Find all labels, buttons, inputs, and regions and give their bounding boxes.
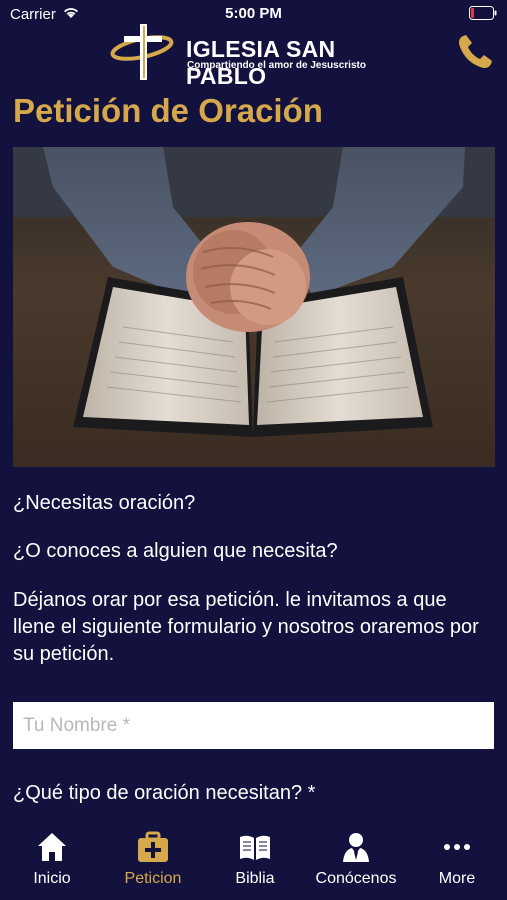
page-title: Petición de Oración [13, 92, 323, 129]
call-button[interactable] [455, 32, 495, 72]
book-icon [240, 835, 270, 860]
person-icon [343, 833, 369, 862]
name-input[interactable] [13, 702, 494, 749]
church-logo: IGLESIA SAN PABLO Compartiendo el amor d… [110, 24, 410, 89]
tab-biblia[interactable]: Biblia [205, 830, 305, 896]
intro-question-1: ¿Necesitas oración? [13, 492, 196, 514]
hero-image [13, 147, 495, 467]
logo-tagline: Compartiendo el amor de Jesuscristo [187, 60, 366, 71]
intro-invitation: Déjanos orar por esa petición. le invita… [13, 589, 479, 665]
tab-label-conocenos: Conócenos [315, 870, 397, 887]
medical-kit-icon [138, 831, 168, 862]
home-icon [38, 833, 66, 861]
prayer-type-label: ¿Qué tipo de oración necesitan? * [13, 782, 316, 804]
battery-icon [469, 6, 497, 20]
tab-inicio[interactable]: Inicio [2, 830, 102, 896]
clock: 5:00 PM [225, 5, 282, 22]
tab-bar: Inicio Peticion Biblia Conócenos More [0, 820, 507, 900]
tab-label-more: More [438, 870, 476, 887]
cross-logo-icon [110, 24, 174, 80]
tab-peticion[interactable]: Peticion [103, 830, 203, 896]
app-header: IGLESIA SAN PABLO Compartiendo el amor d… [0, 24, 507, 89]
praying-hands-bible-photo [13, 147, 495, 467]
tab-conocenos[interactable]: Conócenos [306, 830, 406, 896]
tab-more[interactable]: More [407, 830, 507, 896]
tab-label-peticion: Peticion [124, 870, 182, 887]
more-icon [444, 844, 470, 850]
tab-label-biblia: Biblia [235, 870, 275, 887]
tab-label-inicio: Inicio [33, 870, 71, 887]
intro-question-2: ¿O conoces a alguien que necesita? [13, 540, 338, 562]
phone-icon [459, 35, 492, 68]
